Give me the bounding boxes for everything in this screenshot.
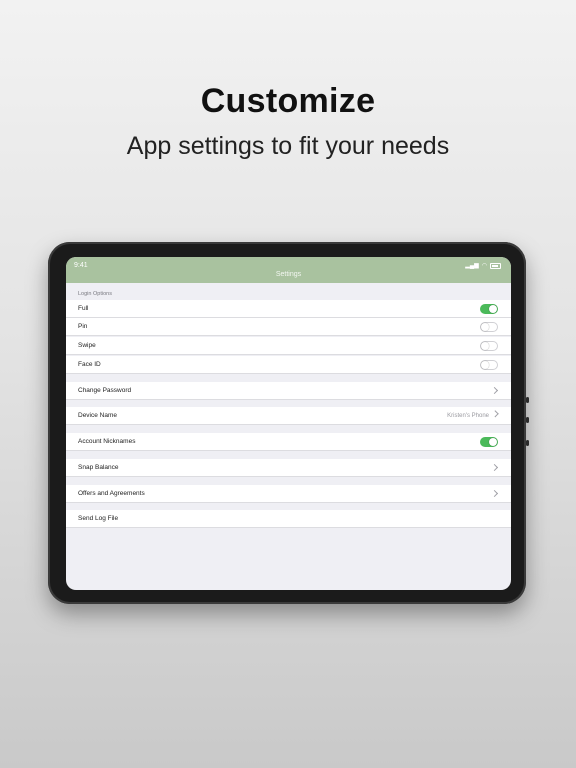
volume-button <box>526 417 529 423</box>
status-icons: ▂▄▆ ◠ <box>465 262 501 269</box>
side-button <box>526 440 529 446</box>
setting-label: Full <box>78 305 89 312</box>
setting-label: Offers and Agreements <box>78 490 145 497</box>
toggle-knob <box>481 323 489 331</box>
setting-label: Face ID <box>78 361 101 368</box>
signal-icon: ▂▄▆ <box>465 263 479 269</box>
setting-row-full[interactable]: Full <box>66 300 511 318</box>
device-name-value: Kristen's Phone <box>447 410 499 419</box>
battery-icon <box>490 262 501 269</box>
offers-agreements-row[interactable]: Offers and Agreements <box>66 485 511 503</box>
login-options-header: Login Options <box>78 291 112 297</box>
account-nicknames-toggle[interactable] <box>480 437 498 447</box>
setting-label: Swipe <box>78 342 96 349</box>
setting-label: Send Log File <box>78 515 119 522</box>
setting-row-swipe[interactable]: Swipe <box>66 337 511 355</box>
ipad-frame: 9:41 Settings ▂▄▆ ◠ Login Options Full P… <box>48 242 529 604</box>
snap-balance-row[interactable]: Snap Balance <box>66 459 511 477</box>
setting-label: Pin <box>78 323 88 330</box>
setting-label: Change Password <box>78 387 132 394</box>
setting-label: Snap Balance <box>78 464 119 471</box>
chevron-right-icon <box>490 386 499 395</box>
headline: Customize <box>200 82 376 120</box>
device-name-row[interactable]: Device Name Kristen's Phone <box>66 407 511 425</box>
volume-button <box>526 397 529 403</box>
status-time: 9:41 <box>74 262 88 269</box>
chevron-right-icon <box>491 410 499 418</box>
setting-label: Account Nicknames <box>78 438 136 445</box>
navigation-bar: 9:41 Settings ▂▄▆ ◠ <box>66 257 511 283</box>
swipe-toggle[interactable] <box>480 341 498 351</box>
nav-title: Settings <box>275 271 302 278</box>
toggle-knob <box>481 361 489 369</box>
send-log-file-row[interactable]: Send Log File <box>66 510 511 528</box>
toggle-knob <box>489 305 497 313</box>
face-id-toggle[interactable] <box>480 360 498 370</box>
ipad-screen: 9:41 Settings ▂▄▆ ◠ Login Options Full P… <box>66 257 511 590</box>
setting-label: Device Name <box>78 412 118 419</box>
setting-row-pin[interactable]: Pin <box>66 318 511 336</box>
wifi-icon: ◠ <box>481 263 487 269</box>
device-name-text: Kristen's Phone <box>447 413 489 419</box>
change-password-row[interactable]: Change Password <box>66 382 511 400</box>
toggle-knob <box>489 438 497 446</box>
chevron-right-icon <box>490 463 499 472</box>
account-nicknames-row[interactable]: Account Nicknames <box>66 433 511 451</box>
full-toggle[interactable] <box>480 304 498 314</box>
setting-row-face-id[interactable]: Face ID <box>66 356 511 374</box>
toggle-knob <box>481 342 489 350</box>
chevron-right-icon <box>490 489 499 498</box>
pin-toggle[interactable] <box>480 322 498 332</box>
subheadline: App settings to fit your needs <box>126 132 450 160</box>
